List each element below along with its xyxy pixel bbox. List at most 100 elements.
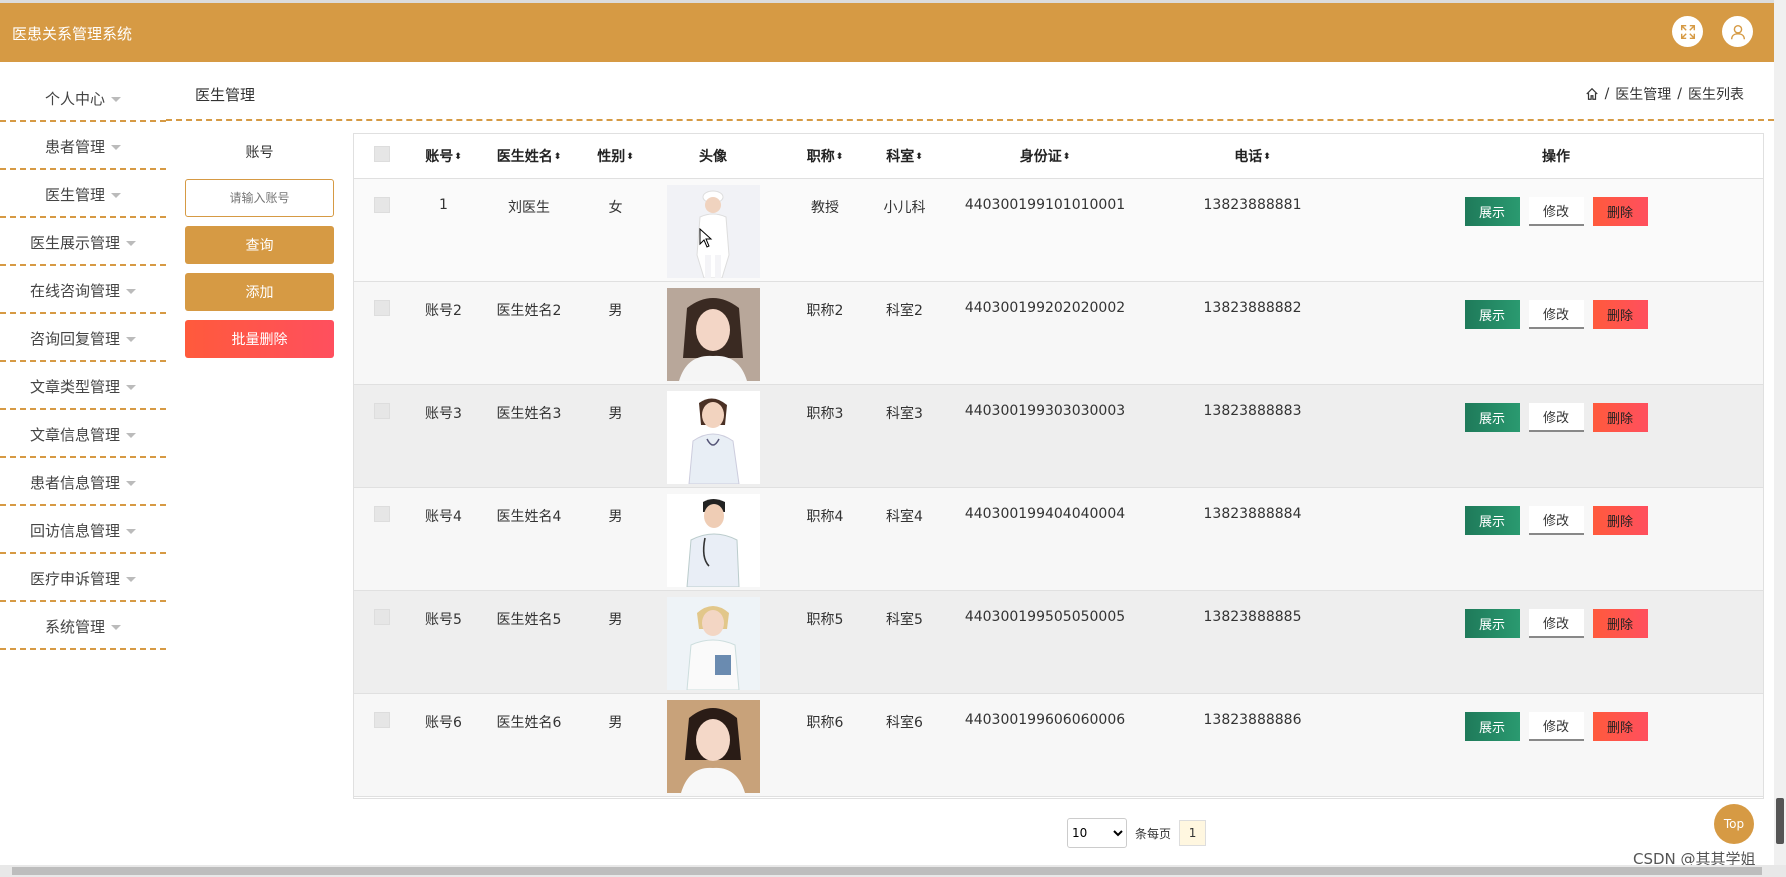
add-button[interactable]: 添加	[185, 273, 334, 311]
sort-icon: ⬍	[1263, 152, 1271, 162]
column-header-account[interactable]: 账号⬍	[409, 134, 478, 179]
sidebar-item-online-consult[interactable]: 在线咨询管理	[0, 268, 166, 314]
cell-phone: 13823888885	[1156, 590, 1349, 694]
show-button[interactable]: 展示	[1464, 197, 1520, 226]
sidebar-item-consult-reply[interactable]: 咨询回复管理	[0, 316, 166, 362]
batch-delete-button[interactable]: 批量删除	[185, 320, 334, 358]
cell-name: 医生姓名5	[478, 590, 580, 694]
sort-icon: ⬍	[1062, 152, 1071, 162]
sidebar-item-patient-info[interactable]: 患者信息管理	[0, 460, 166, 506]
vertical-scrollbar[interactable]	[1774, 0, 1786, 865]
cell-ops: 展示 修改 删除	[1349, 281, 1763, 385]
vertical-scrollbar-thumb[interactable]	[1776, 798, 1784, 844]
cell-title: 职称5	[775, 590, 875, 694]
cell-avatar	[651, 487, 775, 591]
home-icon[interactable]	[1585, 87, 1599, 101]
cell-gender: 男	[580, 487, 651, 591]
column-header-phone[interactable]: 电话⬍	[1156, 134, 1349, 179]
column-header-id-card[interactable]: 身份证⬍	[934, 134, 1156, 179]
sidebar-item-followup[interactable]: 回访信息管理	[0, 508, 166, 554]
delete-button[interactable]: 删除	[1592, 403, 1648, 432]
cell-id-card: 440300199303030003	[934, 384, 1156, 488]
delete-button[interactable]: 删除	[1592, 712, 1648, 741]
cell-name: 医生姓名2	[478, 281, 580, 385]
app-header: 医患关系管理系统	[0, 3, 1774, 62]
edit-button[interactable]: 修改	[1528, 609, 1584, 638]
per-page-label: 条每页	[1135, 826, 1172, 841]
row-checkbox[interactable]	[373, 403, 390, 419]
sidebar-item-doctor-display[interactable]: 医生展示管理	[0, 220, 166, 266]
row-checkbox[interactable]	[373, 197, 390, 213]
edit-button[interactable]: 修改	[1528, 506, 1584, 535]
sidebar-item-system[interactable]: 系统管理	[0, 604, 166, 650]
row-checkbox[interactable]	[373, 506, 390, 522]
cell-id-card: 440300199404040004	[934, 487, 1156, 591]
cell-dept: 小儿科	[875, 178, 934, 282]
cell-phone: 13823888883	[1156, 384, 1349, 488]
cell-id-card: 440300199202020002	[934, 281, 1156, 385]
show-button[interactable]: 展示	[1464, 712, 1520, 741]
row-checkbox[interactable]	[373, 609, 390, 625]
show-button[interactable]: 展示	[1464, 609, 1520, 638]
column-header-dept[interactable]: 科室⬍	[875, 134, 934, 179]
row-checkbox-cell	[354, 384, 409, 488]
sidebar-item-personal-center[interactable]: 个人中心	[0, 76, 166, 122]
cell-ops: 展示 修改 删除	[1349, 178, 1763, 282]
sidebar-item-article-type[interactable]: 文章类型管理	[0, 364, 166, 410]
column-header-title[interactable]: 职称⬍	[775, 134, 875, 179]
column-header-name[interactable]: 医生姓名⬍	[478, 134, 580, 179]
table-row: 账号5 医生姓名5 男 职称5 科室5 440300199505050005 1…	[354, 590, 1763, 694]
row-checkbox-cell	[354, 590, 409, 694]
sidebar-item-label: 患者管理	[44, 137, 105, 156]
row-checkbox[interactable]	[373, 712, 390, 728]
cell-title: 教授	[775, 178, 875, 282]
column-header-avatar: 头像	[651, 134, 775, 179]
sidebar-item-label: 医生管理	[44, 185, 105, 204]
caret-down-icon	[126, 384, 136, 390]
delete-button[interactable]: 删除	[1592, 197, 1648, 226]
sidebar-item-label: 在线咨询管理	[29, 281, 120, 300]
column-header-gender[interactable]: 性别⬍	[580, 134, 651, 179]
show-button[interactable]: 展示	[1464, 403, 1520, 432]
show-button[interactable]: 展示	[1464, 300, 1520, 329]
edit-button[interactable]: 修改	[1528, 403, 1584, 432]
fullscreen-button[interactable]	[1672, 16, 1703, 47]
query-button[interactable]: 查询	[185, 226, 334, 264]
select-all-checkbox[interactable]	[373, 146, 390, 162]
account-search-input[interactable]	[185, 179, 334, 217]
delete-button[interactable]: 删除	[1592, 609, 1648, 638]
sidebar-item-article-info[interactable]: 文章信息管理	[0, 412, 166, 458]
breadcrumb-item-doctor-manage[interactable]: 医生管理	[1615, 84, 1671, 104]
user-menu-button[interactable]	[1722, 16, 1753, 47]
breadcrumb: / 医生管理 / 医生列表	[1585, 84, 1744, 104]
expand-icon	[1680, 24, 1695, 39]
cell-phone: 13823888884	[1156, 487, 1349, 591]
horizontal-scrollbar-thumb[interactable]	[12, 867, 1762, 875]
delete-button[interactable]: 删除	[1592, 506, 1648, 535]
cell-ops: 展示 修改 删除	[1349, 590, 1763, 694]
cell-id-card: 440300199505050005	[934, 590, 1156, 694]
cell-title: 职称3	[775, 384, 875, 488]
cell-dept: 科室2	[875, 281, 934, 385]
edit-button[interactable]: 修改	[1528, 300, 1584, 329]
row-checkbox-cell	[354, 487, 409, 591]
page-size-select[interactable]: 10	[1067, 818, 1127, 848]
cell-gender: 男	[580, 281, 651, 385]
cell-ops: 展示 修改 删除	[1349, 487, 1763, 591]
row-checkbox[interactable]	[373, 300, 390, 316]
sidebar-item-doctor[interactable]: 医生管理	[0, 172, 166, 218]
sidebar-item-label: 患者信息管理	[29, 473, 120, 492]
cell-account: 1	[409, 178, 478, 282]
table-row: 1 刘医生 女 教授 小儿科 440300199101010001 138238…	[354, 178, 1763, 282]
page-number-button[interactable]: 1	[1179, 820, 1207, 846]
delete-button[interactable]: 删除	[1592, 300, 1648, 329]
sidebar-item-complaint[interactable]: 医疗申诉管理	[0, 556, 166, 602]
sidebar-item-patient[interactable]: 患者管理	[0, 124, 166, 170]
back-to-top-button[interactable]: Top	[1714, 804, 1754, 844]
table-row: 账号6 医生姓名6 男 职称6 科室6 440300199606060006 1…	[354, 693, 1763, 797]
edit-button[interactable]: 修改	[1528, 712, 1584, 741]
breadcrumb-separator: /	[1677, 86, 1682, 102]
edit-button[interactable]: 修改	[1528, 197, 1584, 226]
show-button[interactable]: 展示	[1464, 506, 1520, 535]
divider	[166, 119, 1774, 121]
